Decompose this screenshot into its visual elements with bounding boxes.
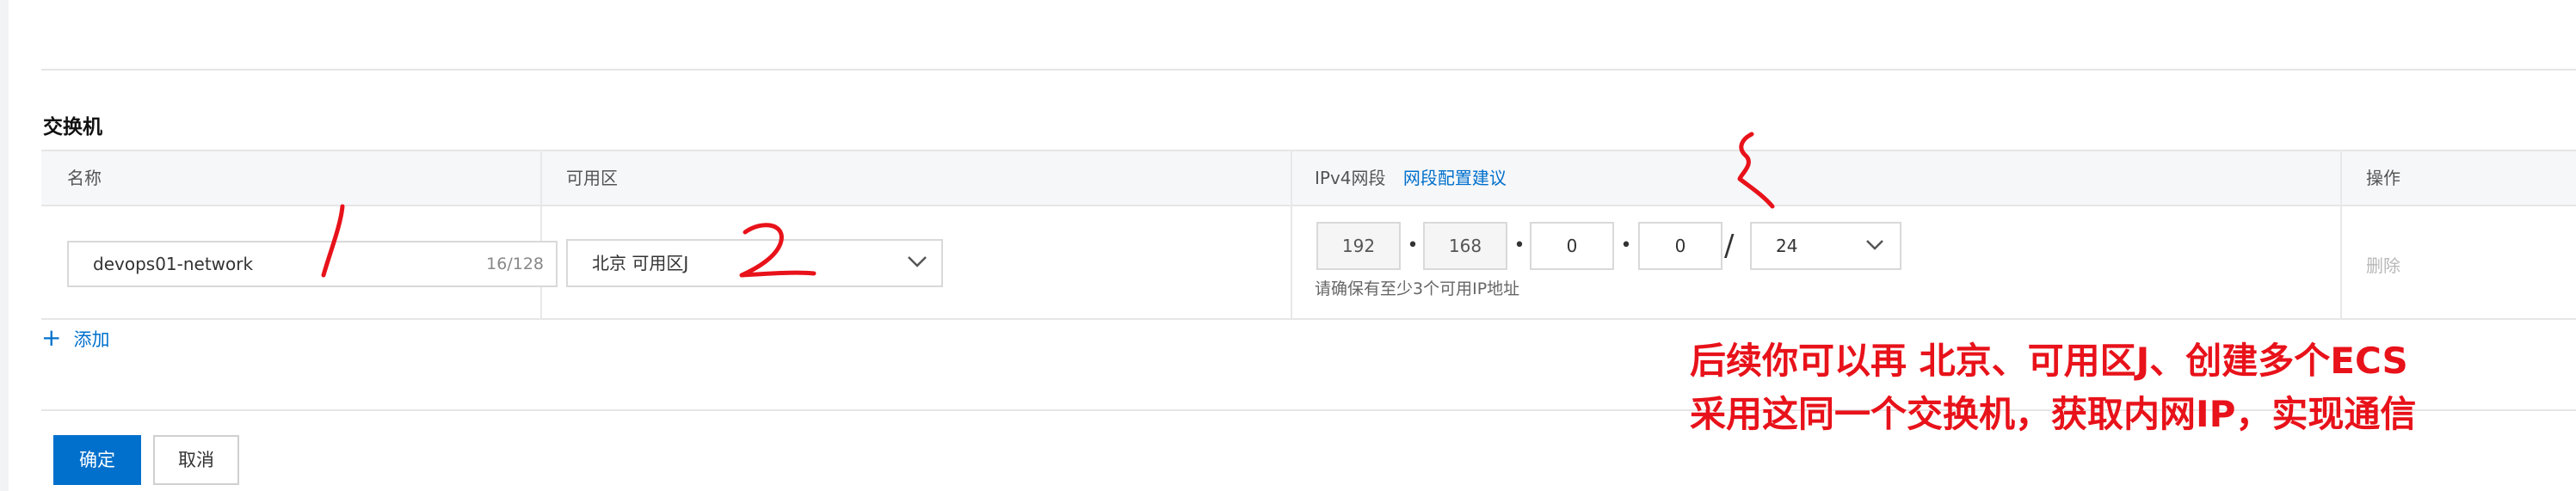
ip-octet-4-input[interactable]: 0: [1638, 222, 1722, 270]
mask-slash: /: [1724, 229, 1735, 263]
handwritten-number-2: [739, 223, 817, 278]
add-vswitch-button[interactable]: + 添加: [41, 323, 109, 352]
vswitch-name-value: devops01-network: [93, 254, 254, 274]
ip-octet-1: 192: [1316, 222, 1401, 270]
mask-select-value: 24: [1776, 236, 1798, 256]
header-ipv4-label: IPv4网段: [1315, 168, 1386, 188]
header-action: 操作: [2366, 168, 2400, 188]
header-ipv4: IPv4网段 网段配置建议: [1315, 151, 1507, 205]
handwritten-number-1: [321, 204, 345, 278]
confirm-button[interactable]: 确定: [53, 435, 141, 485]
header-zone: 可用区: [566, 168, 618, 188]
plus-icon: +: [41, 323, 62, 352]
name-char-counter: 16/128: [486, 255, 544, 273]
ip-octet-2: 168: [1423, 222, 1507, 270]
top-divider: [41, 69, 2576, 71]
annotation-note-line-2: 采用这同一个交换机，获取内网IP，实现通信: [1690, 393, 2417, 435]
ip-hint: 请确保有至少3个可用IP地址: [1315, 279, 1520, 298]
cancel-button[interactable]: 取消: [153, 435, 239, 485]
delete-row-button[interactable]: 删除: [2366, 252, 2400, 277]
left-page-edge: [0, 0, 9, 491]
zone-select-value: 北京 可用区J: [592, 253, 689, 273]
add-label: 添加: [73, 329, 110, 350]
section-title: 交换机: [43, 116, 102, 138]
ip-dot: •: [1620, 235, 1632, 256]
mask-select[interactable]: 24: [1750, 222, 1901, 270]
handwritten-number-3: [1737, 132, 1775, 209]
chevron-down-icon: [908, 256, 927, 267]
ip-octet-3-input[interactable]: 0: [1530, 222, 1614, 270]
ip-dot: •: [1407, 235, 1419, 256]
table-header: 名称 可用区 IPv4网段 网段配置建议 操作: [41, 150, 2576, 206]
cidr-advice-link[interactable]: 网段配置建议: [1403, 168, 1507, 188]
chevron-down-icon: [1866, 240, 1883, 250]
header-name: 名称: [67, 168, 102, 188]
ip-dot: •: [1513, 235, 1525, 256]
vswitch-table: 名称 可用区 IPv4网段 网段配置建议 操作: [41, 150, 2576, 320]
annotation-note-line-1: 后续你可以再 北京、可用区J、创建多个ECS: [1690, 340, 2408, 382]
